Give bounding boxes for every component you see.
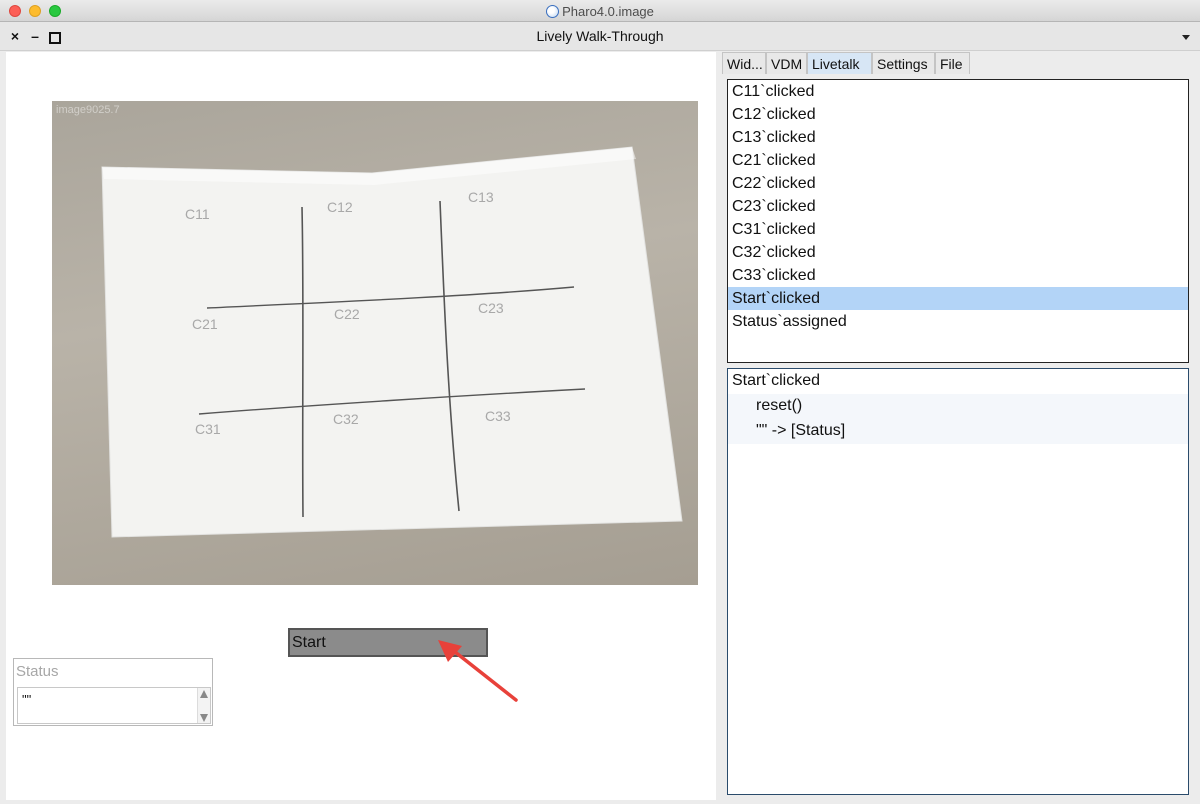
scroll-down-icon[interactable] (200, 714, 208, 722)
right-panel: Wid... VDM Livetalk Settings File C11`cl… (720, 52, 1200, 804)
cell-label-c11[interactable]: C11 (185, 206, 210, 222)
list-item[interactable]: C11`clicked (728, 80, 1188, 103)
list-item[interactable]: C13`clicked (728, 126, 1188, 149)
tab-livetalk[interactable]: Livetalk (807, 52, 872, 74)
tab-settings[interactable]: Settings (872, 52, 935, 74)
cell-label-c13[interactable]: C13 (468, 189, 494, 205)
code-editor[interactable]: Start`clicked reset() "" -> [Status] (727, 368, 1189, 795)
window-menu-icon[interactable] (1182, 35, 1190, 40)
code-line: "" -> [Status] (728, 419, 1188, 444)
list-item[interactable]: C23`clicked (728, 195, 1188, 218)
photo-filename: image9025.7 (56, 104, 120, 116)
status-field[interactable]: "" (17, 687, 211, 724)
list-item[interactable]: Status`assigned (728, 310, 1188, 333)
status-value: "" (22, 692, 32, 707)
start-button-label: Start (292, 634, 326, 651)
tab-widgets[interactable]: Wid... (722, 52, 766, 74)
os-titlebar: Pharo4.0.image (0, 0, 1200, 22)
list-item[interactable]: C32`clicked (728, 241, 1188, 264)
annotation-arrow-icon (438, 640, 518, 702)
code-line: Start`clicked (732, 372, 821, 389)
window-title: Lively Walk-Through (536, 28, 664, 44)
status-label: Status (16, 663, 59, 680)
os-window-title-text: Pharo4.0.image (562, 4, 654, 19)
event-list[interactable]: C11`clicked C12`clicked C13`clicked C21`… (727, 79, 1189, 363)
list-item[interactable]: C22`clicked (728, 172, 1188, 195)
list-item[interactable]: C31`clicked (728, 218, 1188, 241)
paper-sketch (101, 146, 683, 538)
tab-file[interactable]: File (935, 52, 970, 74)
list-item[interactable]: C33`clicked (728, 264, 1188, 287)
design-canvas[interactable]: image9025.7 C11 C12 C13 C21 C22 C23 C31 … (6, 52, 716, 800)
window-header: × – Lively Walk-Through (0, 22, 1200, 51)
cell-label-c21[interactable]: C21 (192, 316, 218, 332)
status-scrollbar[interactable] (197, 688, 210, 723)
cell-label-c12[interactable]: C12 (327, 199, 353, 215)
sketch-photo: image9025.7 C11 C12 C13 C21 C22 C23 C31 … (52, 101, 698, 585)
os-window-title: Pharo4.0.image (0, 4, 1200, 19)
scroll-up-icon[interactable] (200, 690, 208, 698)
tab-vdm[interactable]: VDM (766, 52, 807, 74)
status-widget: Status "" (13, 658, 213, 726)
cell-label-c33[interactable]: C33 (485, 408, 511, 424)
cell-label-c22[interactable]: C22 (334, 306, 360, 322)
list-item[interactable]: C21`clicked (728, 149, 1188, 172)
cell-label-c31[interactable]: C31 (195, 421, 221, 437)
pharo-app-icon (546, 5, 560, 18)
list-item[interactable]: C12`clicked (728, 103, 1188, 126)
code-line: reset() (728, 394, 1188, 419)
cell-label-c23[interactable]: C23 (478, 300, 504, 316)
cell-label-c32[interactable]: C32 (333, 411, 359, 427)
list-item-selected[interactable]: Start`clicked (728, 287, 1188, 310)
